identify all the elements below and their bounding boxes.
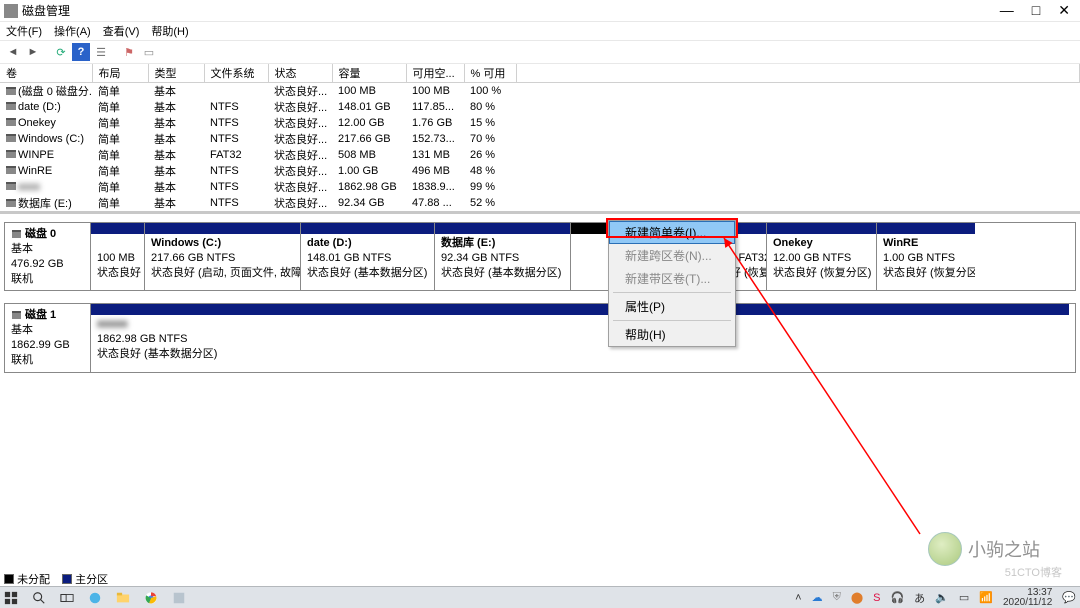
menubar: 文件(F) 操作(A) 查看(V) 帮助(H) — [0, 22, 1080, 40]
legend: 未分配 主分区 — [4, 571, 108, 587]
maximize-button[interactable]: □ — [1032, 2, 1040, 19]
col-pctfree[interactable]: % 可用 — [464, 64, 516, 83]
table-row[interactable]: date (D:)简单基本NTFS状态良好...148.01 GB117.85.… — [0, 99, 1080, 115]
menu-view[interactable]: 查看(V) — [103, 23, 140, 39]
partition[interactable]: xxxxx1862.98 GB NTFS状态良好 (基本数据分区) — [91, 304, 1069, 371]
col-layout[interactable]: 布局 — [92, 64, 148, 83]
ctx-new-striped-volume: 新建带区卷(T)... — [609, 267, 735, 290]
col-fs[interactable]: 文件系统 — [204, 64, 268, 83]
tray-onedrive-icon[interactable]: ☁ — [812, 591, 823, 604]
close-button[interactable]: ✕ — [1058, 2, 1070, 19]
tb-edge-icon[interactable] — [88, 591, 102, 605]
tray-up-icon[interactable]: ˄ — [795, 592, 801, 604]
table-row[interactable]: WINPE简单基本FAT32状态良好...508 MB131 MB26 % — [0, 147, 1080, 163]
table-row[interactable]: (磁盘 0 磁盘分...简单基本状态良好...100 MB100 MB100 % — [0, 83, 1080, 100]
col-capacity[interactable]: 容量 — [332, 64, 406, 83]
menu-help[interactable]: 帮助(H) — [151, 23, 188, 39]
ctx-new-spanned-volume: 新建跨区卷(N)... — [609, 244, 735, 267]
forward-icon[interactable]: ► — [24, 43, 42, 61]
toolbar: ◄ ► ⟳ ? ☰ ⚑ ▭ — [0, 40, 1080, 64]
ctx-properties[interactable]: 属性(P) — [609, 295, 735, 318]
table-row[interactable]: Onekey简单基本NTFS状态良好...12.00 GB1.76 GB15 % — [0, 115, 1080, 131]
titlebar: 磁盘管理 — □ ✕ — [0, 0, 1080, 22]
tb-chrome-icon[interactable] — [144, 591, 158, 605]
partition[interactable]: Onekey12.00 GB NTFS状态良好 (恢复分区) — [767, 223, 877, 290]
watermark: 小驹之站 — [928, 532, 1040, 566]
col-free[interactable]: 可用空... — [406, 64, 464, 83]
start-icon[interactable] — [4, 591, 18, 605]
menu-file[interactable]: 文件(F) — [6, 23, 42, 39]
table-row[interactable]: 数据库 (E:)简单基本NTFS状态良好...92.34 GB47.88 ...… — [0, 195, 1080, 211]
table-row[interactable]: Windows (C:)简单基本NTFS状态良好...217.66 GB152.… — [0, 131, 1080, 147]
tray-ime-icon[interactable]: あ — [914, 590, 925, 606]
table-row[interactable]: WinRE简单基本NTFS状态良好...1.00 GB496 MB48 % — [0, 163, 1080, 179]
disk-1-row: 磁盘 1 基本 1862.99 GB 联机 xxxxx1862.98 GB NT… — [4, 303, 1076, 372]
app-icon — [4, 4, 18, 18]
tray-clock[interactable]: 13:372020/11/12 — [1003, 588, 1052, 608]
col-type[interactable]: 类型 — [148, 64, 204, 83]
disk-0-row: 磁盘 0 基本 476.92 GB 联机 100 MB状态良好 (Windows… — [4, 222, 1076, 291]
tray-app2-icon[interactable]: S — [873, 592, 880, 604]
props-icon[interactable]: ☰ — [92, 43, 110, 61]
refresh-icon[interactable]: ⟳ — [52, 43, 70, 61]
disk-map[interactable]: 磁盘 0 基本 476.92 GB 联机 100 MB状态良好 (Windows… — [0, 214, 1080, 562]
partition[interactable]: WinRE1.00 GB NTFS状态良好 (恢复分区) — [877, 223, 975, 290]
tray-headset-icon[interactable]: 🎧 — [890, 591, 904, 604]
taskview-icon[interactable] — [60, 591, 74, 605]
ctx-new-simple-volume[interactable]: 新建简单卷(I)... — [609, 221, 735, 244]
tray-network-icon[interactable]: 📶 — [979, 591, 993, 604]
partition[interactable]: 数据库 (E:)92.34 GB NTFS状态良好 (基本数据分区) — [435, 223, 571, 290]
volume-list[interactable]: 卷 布局 类型 文件系统 状态 容量 可用空... % 可用 (磁盘 0 磁盘分… — [0, 64, 1080, 214]
tb-explorer-icon[interactable] — [116, 591, 130, 605]
search-icon[interactable] — [32, 591, 46, 605]
taskbar[interactable]: ˄ ☁ ⛨ ⬤ S 🎧 あ 🔈 ▭ 📶 13:372020/11/12 💬 — [0, 586, 1080, 608]
partition[interactable]: Windows (C:)217.66 GB NTFS状态良好 (启动, 页面文件… — [145, 223, 301, 290]
watermark-sub: 51CTO博客 — [1005, 564, 1062, 580]
menu-action[interactable]: 操作(A) — [54, 23, 91, 39]
col-status[interactable]: 状态 — [268, 64, 332, 83]
tray-notifications-icon[interactable]: 💬 — [1062, 591, 1076, 604]
help-icon[interactable]: ? — [72, 43, 90, 61]
minimize-button[interactable]: — — [1000, 2, 1014, 19]
tb-app-icon[interactable] — [172, 591, 186, 605]
action-a-icon[interactable]: ⚑ — [120, 43, 138, 61]
window-title: 磁盘管理 — [22, 2, 1000, 19]
col-volume[interactable]: 卷 — [0, 64, 92, 83]
disk-0-header[interactable]: 磁盘 0 基本 476.92 GB 联机 — [5, 223, 91, 290]
back-icon[interactable]: ◄ — [4, 43, 22, 61]
disk-1-header[interactable]: 磁盘 1 基本 1862.99 GB 联机 — [5, 304, 91, 371]
partition[interactable]: date (D:)148.01 GB NTFS状态良好 (基本数据分区) — [301, 223, 435, 290]
tray-shield-icon[interactable]: ⛨ — [833, 591, 841, 604]
tray-app1-icon[interactable]: ⬤ — [851, 591, 863, 604]
table-row[interactable]: xxxx简单基本NTFS状态良好...1862.98 GB1838.9...99… — [0, 179, 1080, 195]
partition[interactable]: 100 MB状态良好 ( — [91, 223, 145, 290]
action-b-icon[interactable]: ▭ — [140, 43, 158, 61]
tray-battery-icon[interactable]: ▭ — [959, 591, 969, 604]
context-menu: 新建简单卷(I)... 新建跨区卷(N)... 新建带区卷(T)... 属性(P… — [608, 220, 736, 347]
ctx-help[interactable]: 帮助(H) — [609, 323, 735, 346]
tray-volume-icon[interactable]: 🔈 — [935, 591, 949, 604]
